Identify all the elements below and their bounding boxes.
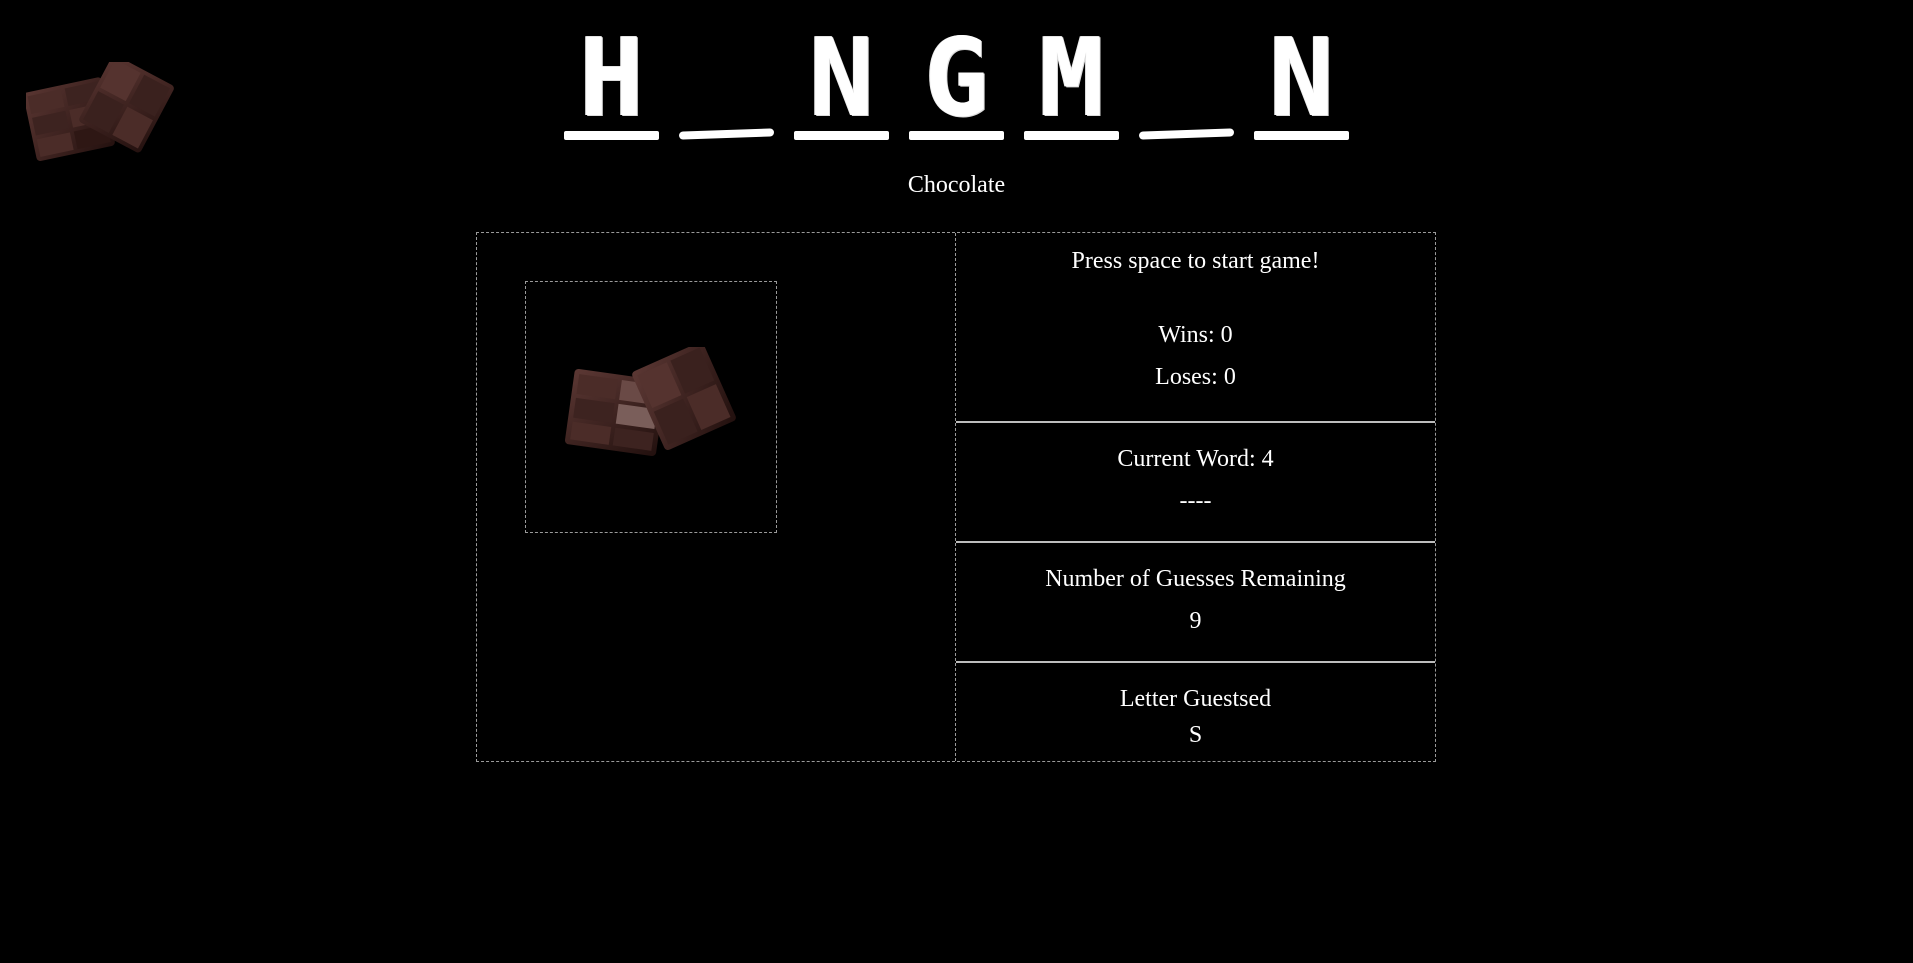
title-letter-blank: _ <box>1129 24 1244 140</box>
guesses-label: Number of Guesses Remaining <box>1045 566 1346 592</box>
hangman-area <box>477 233 956 761</box>
current-word-panel: Current Word: 4 ---- <box>956 423 1435 543</box>
current-word-label: Current Word: 4 <box>1117 446 1274 472</box>
letters-guessed-panel: Letter Guestsed S <box>956 663 1435 761</box>
letters-guessed-label: Letter Guestsed <box>1119 686 1272 712</box>
chocolate-bar-icon <box>564 347 736 456</box>
wins-counter: Wins: 0 <box>1158 322 1233 348</box>
title-letter-blank: _ <box>669 24 784 140</box>
hangman-page: H _ N G M _ N Chocolate <box>0 0 1913 963</box>
letters-guessed-value: S <box>1188 722 1203 748</box>
guesses-panel: Number of Guesses Remaining 9 <box>956 543 1435 663</box>
current-word-blanks: ---- <box>1179 488 1212 514</box>
loses-counter: Loses: 0 <box>1155 364 1236 390</box>
guesses-value: 9 <box>1189 608 1202 634</box>
status-panel: Press space to start game! Wins: 0 Loses… <box>956 233 1435 423</box>
title-letter: N <box>784 24 899 140</box>
title-letter: G <box>899 24 1014 140</box>
title-letter: M <box>1014 24 1129 140</box>
title-letter: H <box>554 24 669 140</box>
start-message: Press space to start game! <box>1071 248 1320 274</box>
title-letter: N <box>1244 24 1359 140</box>
game-board: Press space to start game! Wins: 0 Loses… <box>476 232 1436 762</box>
category-subtitle: Chocolate <box>907 172 1006 198</box>
info-panel: Press space to start game! Wins: 0 Loses… <box>956 233 1435 761</box>
hint-image-frame <box>525 281 777 533</box>
game-title: H _ N G M _ N <box>0 24 1913 140</box>
